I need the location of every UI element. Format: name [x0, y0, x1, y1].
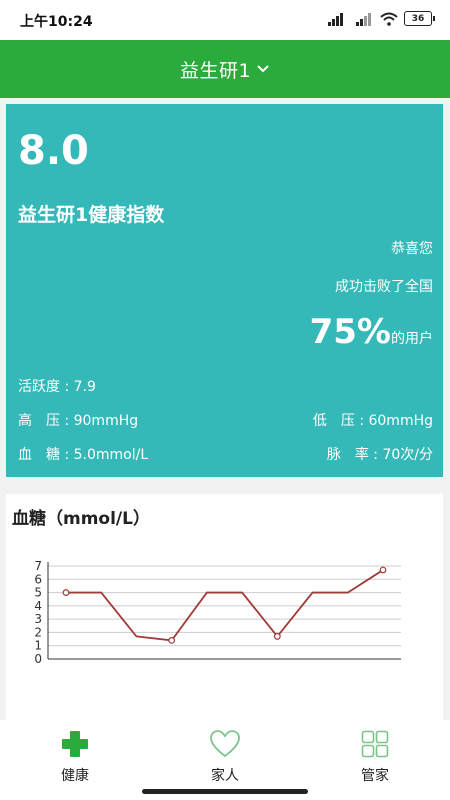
header-title[interactable]: 益生研1 — [180, 56, 251, 83]
nav-label-butler[interactable]: 管家 — [361, 765, 389, 785]
health-card: 8.0 益生研1健康指数 恭喜您 成功击败了全国 75%的用户 活跃度 : 7.… — [6, 104, 443, 477]
signal-icon — [328, 12, 343, 26]
nav-item-family[interactable]: 家人 — [150, 720, 300, 800]
series-line — [66, 569, 384, 642]
bottom-nav: 健康 家人 管家 — [0, 720, 450, 800]
high-pressure-metric: 高 压 : 90mmHg — [18, 413, 139, 429]
y-tick-label: 4 — [34, 599, 42, 613]
wifi-icon — [380, 12, 398, 26]
data-point — [62, 589, 70, 596]
status-bar: 上午10:24 36 — [0, 0, 450, 40]
app-header[interactable]: 益生研1 — [0, 40, 450, 98]
nav-label-health[interactable]: 健康 — [61, 765, 89, 785]
status-icons: 36 — [328, 11, 435, 26]
beat-text: 成功击败了全国 — [335, 279, 433, 295]
congrats-text: 恭喜您 — [391, 241, 433, 257]
percent-line: 75%的用户 — [310, 312, 433, 352]
y-tick-label: 6 — [34, 572, 42, 586]
y-tick-label: 0 — [34, 652, 42, 666]
y-tick-label: 5 — [34, 586, 42, 600]
battery-icon: 36 — [404, 11, 435, 26]
blood-sugar-chart-card: 血糖（mmol/L） 01234567 — [6, 494, 443, 720]
home-indicator — [142, 789, 308, 794]
health-score: 8.0 — [18, 128, 89, 174]
nav-label-family[interactable]: 家人 — [211, 765, 239, 785]
heart-icon[interactable] — [209, 728, 241, 760]
grid-icon[interactable] — [359, 728, 391, 760]
blood-sugar-metric: 血 糖 : 5.0mmol/L — [18, 447, 149, 463]
y-tick-label: 1 — [34, 639, 42, 653]
data-point — [273, 633, 281, 640]
y-tick-label: 3 — [34, 612, 42, 626]
health-index-title: 益生研1健康指数 — [18, 204, 165, 226]
nav-item-health[interactable]: 健康 — [0, 720, 150, 800]
low-pressure-metric: 低 压 : 60mmHg — [312, 413, 433, 429]
blood-sugar-chart: 01234567 — [34, 559, 401, 666]
chevron-down-icon[interactable] — [256, 64, 270, 74]
nav-item-butler[interactable]: 管家 — [300, 720, 450, 800]
data-point — [379, 566, 387, 574]
y-tick-label: 7 — [34, 559, 42, 573]
activity-metric: 活跃度 : 7.9 — [18, 379, 96, 395]
pulse-metric: 脉 率 : 70次/分 — [326, 447, 433, 463]
health-card-container: 8.0 益生研1健康指数 恭喜您 成功击败了全国 75%的用户 活跃度 : 7.… — [0, 98, 450, 484]
plus-cross-icon[interactable] — [59, 728, 91, 760]
status-time: 上午10:24 — [20, 14, 93, 30]
percent-value: 75% — [309, 312, 391, 352]
data-point — [168, 636, 176, 644]
percent-suffix: 的用户 — [391, 331, 433, 347]
signal-icon-2 — [356, 12, 371, 26]
y-tick-label: 2 — [34, 625, 42, 639]
